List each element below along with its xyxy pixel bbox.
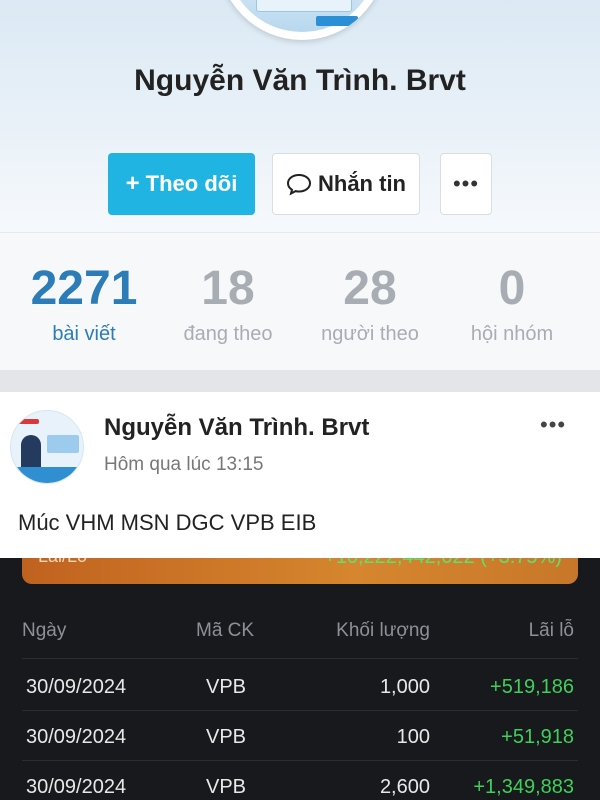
- profile-stats: 2271 bài viết 18 đang theo 28 người theo…: [0, 232, 600, 370]
- col-date: Ngày: [22, 620, 67, 641]
- row-volume: 2,600: [379, 776, 430, 798]
- avatar-graphic: [21, 435, 41, 469]
- col-code: Mã CK: [196, 620, 255, 641]
- row-code: VPB: [206, 726, 247, 748]
- stat-label: người theo: [321, 323, 419, 345]
- avatar-graphic: [11, 467, 83, 483]
- stat-followers[interactable]: 28 người theo: [300, 261, 440, 346]
- col-volume: Khối lượng: [336, 620, 430, 641]
- stat-label: đang theo: [183, 323, 273, 345]
- row-pnl: +51,918: [501, 726, 574, 748]
- row-volume: 100: [396, 726, 430, 748]
- avatar-graphic-button: [316, 16, 358, 26]
- stat-label: bài viết: [52, 323, 116, 345]
- row-date: 30/09/2024: [26, 726, 127, 748]
- row-pnl: +1,349,883: [473, 776, 574, 798]
- row-code: VPB: [206, 776, 247, 798]
- more-options-button[interactable]: •••: [440, 153, 492, 215]
- profile-name: Nguyễn Văn Trình. Brvt: [134, 64, 466, 97]
- row-date: 30/09/2024: [26, 776, 127, 798]
- row-code: VPB: [206, 676, 247, 698]
- stat-following[interactable]: 18 đang theo: [158, 261, 298, 346]
- pnl-summary-label: Lãi/Lỗ: [38, 558, 87, 567]
- profile-avatar[interactable]: [218, 0, 386, 40]
- table-divider: [22, 710, 578, 711]
- stat-value: 2271: [30, 262, 138, 315]
- avatar-graphic: [256, 0, 352, 12]
- stat-label: hội nhóm: [470, 323, 554, 345]
- stat-posts[interactable]: 2271 bài viết: [14, 261, 154, 346]
- row-pnl: +519,186: [490, 676, 574, 698]
- stat-value: 18: [201, 262, 255, 315]
- stat-value: 0: [498, 262, 526, 315]
- post-author-avatar[interactable]: [10, 410, 84, 484]
- post-text: Múc VHM MSN DGC VPB EIB: [18, 510, 317, 535]
- post-author-name[interactable]: Nguyễn Văn Trình. Brvt: [104, 414, 369, 442]
- follow-label: Theo dõi: [145, 171, 238, 196]
- post-image[interactable]: Lãi/Lỗ +10,222,442,022 (+3.75%) Ngày Mã …: [0, 558, 600, 800]
- pnl-summary-value: +10,222,442,022 (+3.75%): [324, 558, 562, 569]
- post-card: Nguyễn Văn Trình. Brvt Hôm qua lúc 13:15…: [0, 392, 600, 558]
- message-button[interactable]: Nhắn tin: [272, 153, 420, 215]
- row-volume: 1,000: [379, 676, 430, 698]
- plus-icon: +: [125, 170, 140, 197]
- col-pnl: Lãi lỗ: [528, 620, 574, 641]
- chat-bubble-icon: [286, 173, 312, 196]
- stat-value: 28: [343, 262, 397, 315]
- table-divider: [22, 760, 578, 761]
- pnl-summary-bar: Lãi/Lỗ +10,222,442,022 (+3.75%): [22, 558, 578, 584]
- section-divider: [0, 370, 600, 392]
- post-more-button[interactable]: •••: [540, 412, 566, 438]
- avatar-graphic: [47, 435, 79, 453]
- avatar-image: [226, 0, 378, 32]
- stat-groups[interactable]: 0 hội nhóm: [442, 261, 582, 346]
- table-divider: [22, 658, 578, 659]
- post-timestamp: Hôm qua lúc 13:15: [104, 454, 264, 475]
- message-label: Nhắn tin: [318, 171, 406, 196]
- row-date: 30/09/2024: [26, 676, 127, 698]
- follow-button[interactable]: + Theo dõi: [108, 153, 255, 215]
- avatar-graphic: [17, 419, 39, 424]
- profile-header: Nguyễn Văn Trình. Brvt + Theo dõi Nhắn t…: [0, 0, 600, 232]
